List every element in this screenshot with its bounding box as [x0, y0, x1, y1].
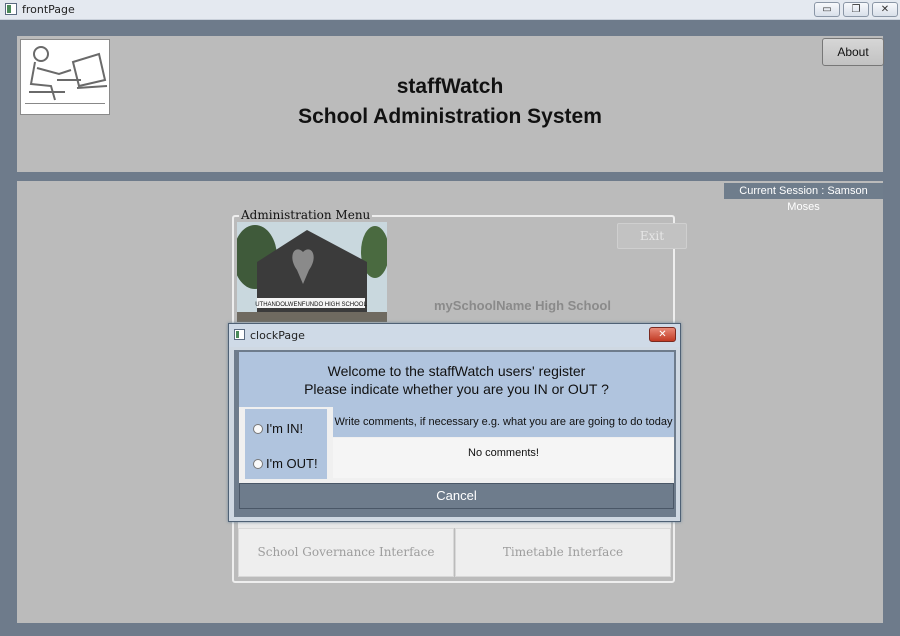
close-button[interactable]: ✕ — [872, 2, 898, 17]
administration-menu-legend: Administration Menu — [239, 208, 373, 222]
welcome-line-1: Welcome to the staffWatch users' registe… — [327, 363, 586, 379]
exit-button[interactable]: Exit — [617, 223, 687, 249]
app-subtitle: School Administration System — [298, 105, 602, 128]
timetable-button[interactable]: Timetable Interface — [455, 528, 671, 577]
radio-out[interactable]: I'm OUT! — [253, 456, 318, 471]
school-sign-text: UTHANDOLWENFUNDO HIGH SCHOOL — [255, 302, 367, 308]
radio-in[interactable]: I'm IN! — [253, 421, 303, 436]
radio-in-indicator[interactable] — [253, 424, 263, 434]
school-name: mySchoolName High School — [434, 298, 611, 313]
cancel-button[interactable]: Cancel — [239, 483, 674, 509]
radio-in-label: I'm IN! — [266, 421, 304, 436]
comment-prompt: Write comments, if necessary e.g. what y… — [333, 407, 674, 437]
window-titlebar: frontPage ▭ ❐ ✕ — [0, 0, 900, 20]
welcome-message: Welcome to the staffWatch users' registe… — [239, 352, 674, 407]
close-icon: ✕ — [880, 4, 890, 15]
header-panel: staffWatch School Administration System … — [17, 36, 884, 172]
maximize-icon: ❐ — [851, 4, 861, 15]
dialog-body: Welcome to the staffWatch users' registe… — [234, 350, 676, 517]
app-title: staffWatch — [396, 75, 504, 98]
minimize-icon: ▭ — [822, 4, 832, 15]
window-title: frontPage — [22, 3, 75, 16]
welcome-line-2: Please indicate whether you are you IN o… — [304, 381, 609, 397]
in-out-radio-group: I'm IN! I'm OUT! — [245, 409, 327, 479]
clock-dialog: clockPage ✕ Welcome to the staffWatch us… — [228, 323, 681, 522]
dialog-titlebar: clockPage ✕ — [229, 324, 680, 347]
app-icon — [5, 3, 17, 15]
current-session-label: Current Session : Samson Moses — [724, 183, 883, 213]
about-button[interactable]: About — [822, 38, 884, 66]
close-icon: ✕ — [658, 329, 667, 340]
dialog-title: clockPage — [250, 329, 305, 342]
minimize-button[interactable]: ▭ — [814, 2, 840, 17]
school-governance-button[interactable]: School Governance Interface — [238, 528, 454, 577]
maximize-button[interactable]: ❐ — [843, 2, 869, 17]
dialog-close-button[interactable]: ✕ — [649, 327, 676, 342]
comment-input[interactable]: No comments! — [333, 438, 674, 478]
school-photo: UTHANDOLWENFUNDO HIGH SCHOOL — [237, 222, 387, 322]
radio-out-label: I'm OUT! — [266, 456, 318, 471]
radio-out-indicator[interactable] — [253, 459, 263, 469]
dialog-app-icon — [234, 329, 245, 340]
